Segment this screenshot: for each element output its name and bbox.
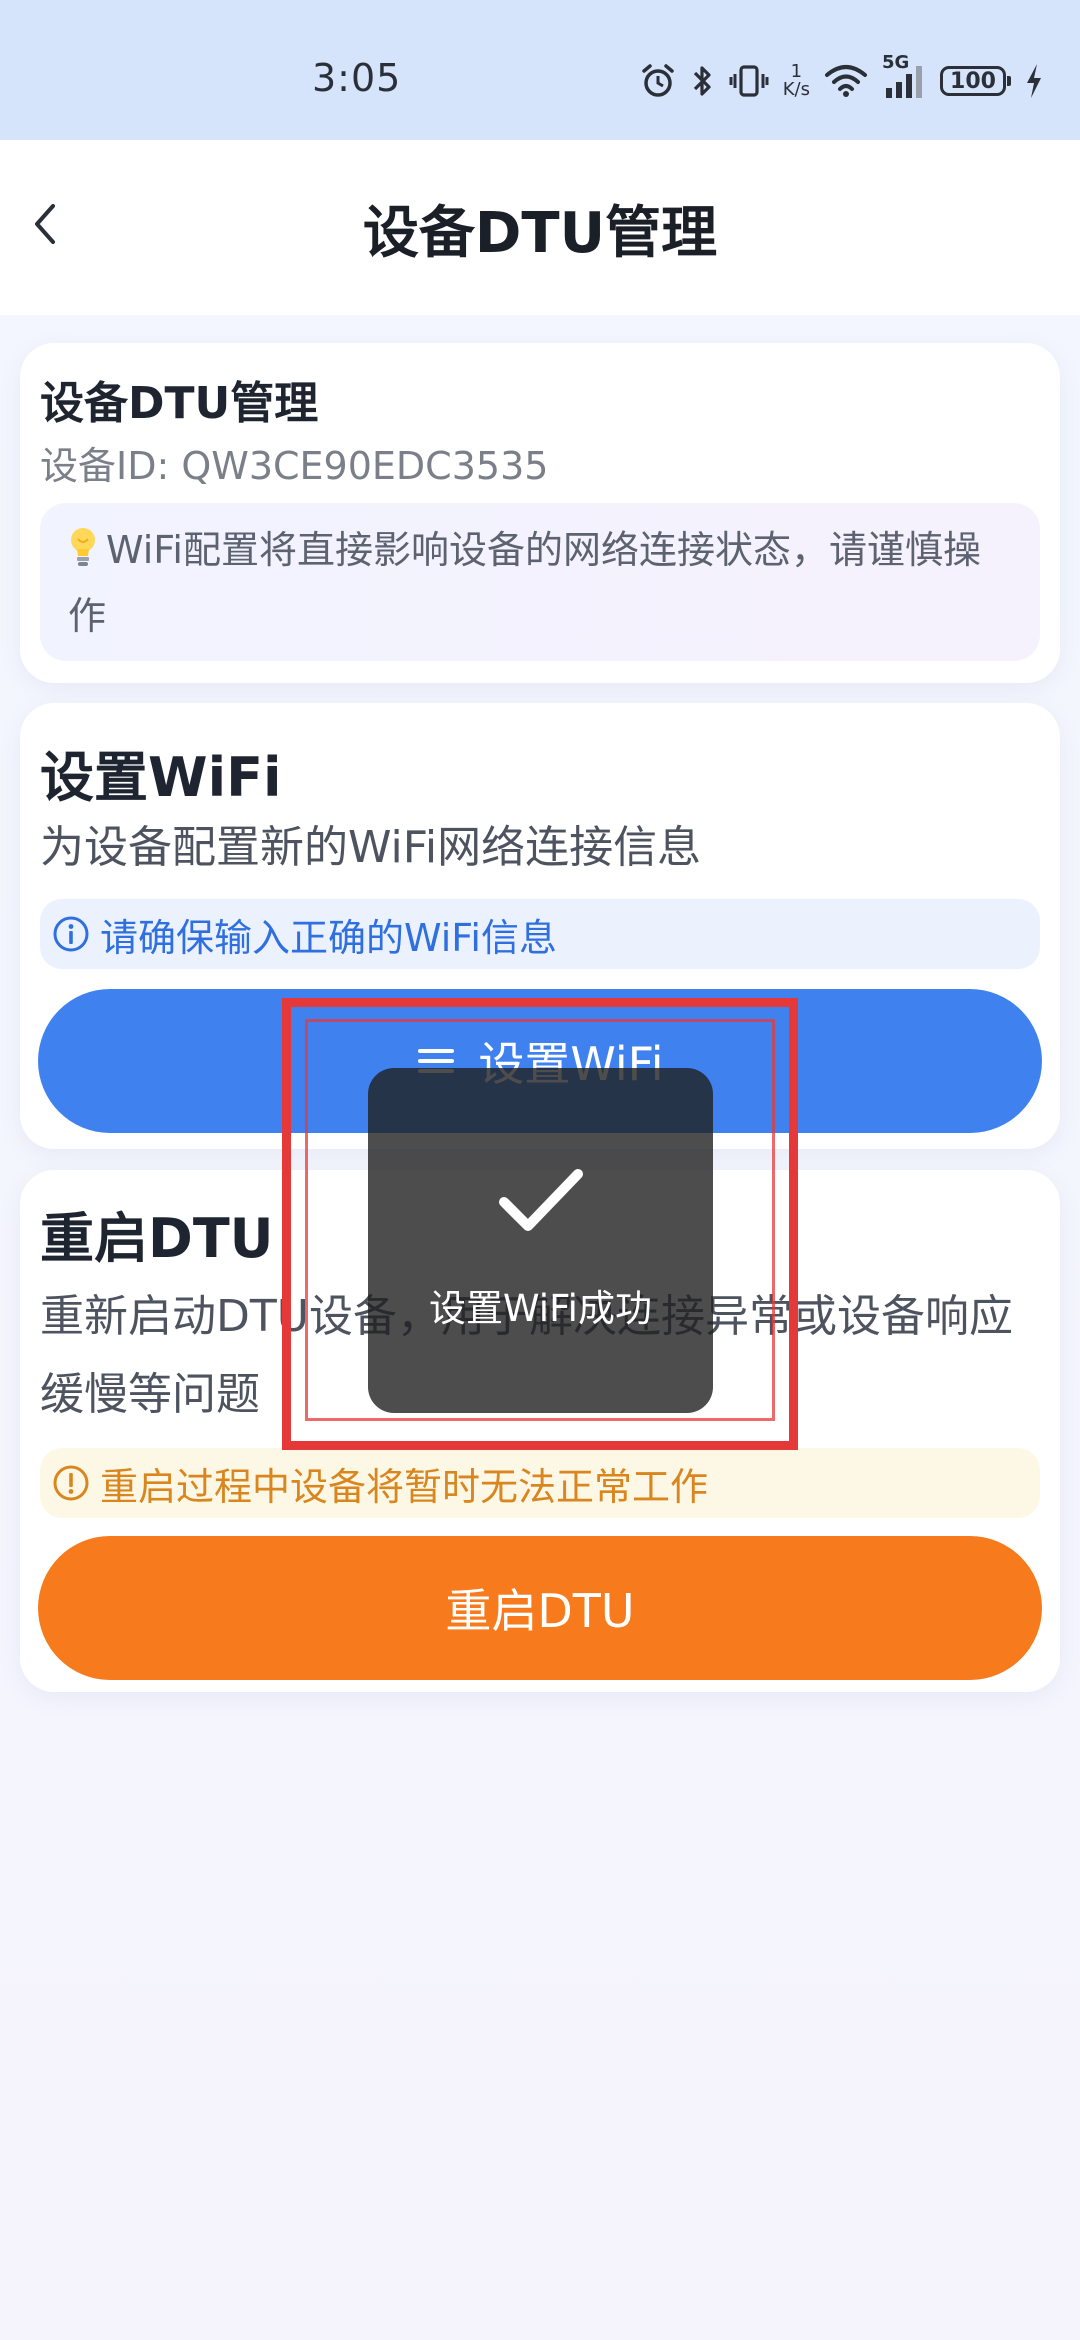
lightbulb-icon [71, 528, 95, 566]
success-toast: 设置WiFi成功 [368, 1068, 713, 1413]
signal-icon: 5G [882, 52, 926, 100]
wifi-notice-text: WiFi配置将直接影响设备的网络连接状态，请谨慎操作 [68, 528, 981, 638]
charging-icon [1024, 62, 1044, 100]
status-time: 3:05 [312, 56, 402, 100]
battery-icon: 100 [940, 66, 1011, 96]
wifi-icon [824, 63, 868, 99]
set-wifi-description: 为设备配置新的WiFi网络连接信息 [40, 822, 702, 873]
info-card-title: 设备DTU管理 [40, 378, 319, 429]
status-icons: 1 K/s 5G 100 [639, 52, 1044, 106]
nav-header: 设备DTU管理 [0, 140, 1080, 315]
alarm-icon [639, 62, 677, 100]
restart-dtu-button-label: 重启DTU [445, 1584, 635, 1638]
network-type: 5G [882, 52, 910, 73]
warning-circle-icon [53, 1465, 89, 1501]
net-speed-unit: K/s [782, 79, 810, 100]
set-wifi-title: 设置WiFi [40, 746, 282, 809]
restart-hint: 重启过程中设备将暂时无法正常工作 [40, 1448, 1040, 1518]
info-circle-icon [53, 916, 89, 952]
wifi-hint: 请确保输入正确的WiFi信息 [40, 899, 1040, 969]
page-title: 设备DTU管理 [362, 201, 718, 266]
bluetooth-icon [691, 62, 715, 100]
device-info-card: 设备DTU管理 设备ID: QW3CE90EDC3535 WiFi配置将直接影响… [20, 343, 1060, 683]
status-bar: 3:05 1 K/s 5G 100 [0, 0, 1080, 140]
checkmark-icon [499, 1169, 583, 1231]
vibrate-icon [729, 62, 769, 100]
wifi-hint-text: 请确保输入正确的WiFi信息 [100, 915, 557, 960]
battery-level: 100 [950, 68, 996, 94]
toast-message: 设置WiFi成功 [429, 1287, 652, 1330]
wifi-notice: WiFi配置将直接影响设备的网络连接状态，请谨慎操作 [40, 503, 1040, 661]
restart-dtu-button[interactable]: 重启DTU [38, 1536, 1042, 1680]
net-speed: 1 K/s [783, 63, 810, 99]
device-id: 设备ID: QW3CE90EDC3535 [40, 444, 549, 488]
restart-hint-text: 重启过程中设备将暂时无法正常工作 [100, 1464, 709, 1509]
restart-dtu-title: 重启DTU [40, 1207, 274, 1270]
